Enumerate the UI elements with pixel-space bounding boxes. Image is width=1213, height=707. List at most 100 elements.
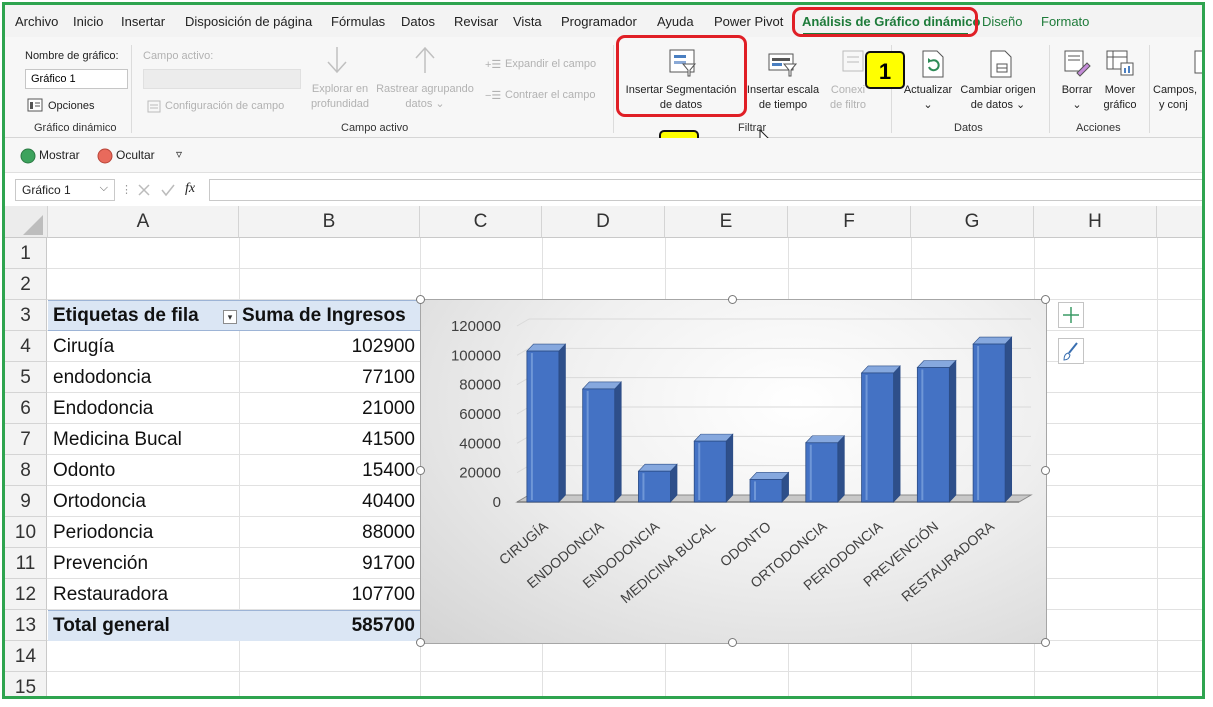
column-header-h[interactable]: H (1034, 206, 1157, 238)
row-header-15[interactable]: 15 (5, 672, 47, 696)
menu-archivo[interactable]: Archivo (15, 14, 58, 29)
row-header-3[interactable]: 3 (5, 300, 47, 331)
pivot-row-labels-header: Etiquetas de fila (53, 305, 199, 326)
chart-name-input[interactable]: Gráfico 1 (25, 69, 128, 89)
change-source-button[interactable]: Cambiar origen de datos ⌄ (955, 83, 1041, 113)
chart-resize-handle[interactable] (1041, 466, 1050, 475)
pivot-row-value[interactable]: 107700 (305, 580, 415, 610)
menu-disposicion[interactable]: Disposición de página (185, 14, 312, 29)
drill-down-button[interactable]: Explorar en profundidad (305, 82, 375, 112)
x-tick-label: ODONTO (717, 518, 774, 570)
chart-resize-handle[interactable] (416, 466, 425, 475)
row-header-7[interactable]: 7 (5, 424, 47, 455)
menu-formulas[interactable]: Fórmulas (331, 14, 385, 29)
pivot-row-value[interactable]: 21000 (305, 394, 415, 424)
clear-button[interactable]: Borrar ⌄ (1055, 83, 1099, 113)
menu-datos[interactable]: Datos (401, 14, 435, 29)
column-header-d[interactable]: D (542, 206, 665, 238)
highlight-insert-slicer (616, 35, 747, 117)
menu-formato[interactable]: Formato (1041, 14, 1089, 29)
select-all-corner[interactable] (5, 206, 48, 238)
column-header-e[interactable]: E (665, 206, 788, 238)
pivot-row-value[interactable]: 102900 (305, 332, 415, 362)
row-header-2[interactable]: 2 (5, 269, 47, 300)
chart-resize-handle[interactable] (416, 638, 425, 647)
chart-resize-handle[interactable] (416, 295, 425, 304)
row-header-11[interactable]: 11 (5, 548, 47, 579)
row-header-1[interactable]: 1 (5, 238, 47, 269)
menu-power-pivot[interactable]: Power Pivot (714, 14, 783, 29)
pivot-row-value[interactable]: 15400 (305, 456, 415, 486)
bar-highlight (530, 353, 533, 500)
pivot-row-label[interactable]: endodoncia (53, 363, 151, 393)
pivot-row-value[interactable]: 40400 (305, 487, 415, 517)
bar-highlight (698, 443, 701, 500)
collapse-field-button[interactable]: Contraer el campo (505, 89, 596, 101)
ribbon-separator (1149, 45, 1150, 133)
pivot-row-label[interactable]: Odonto (53, 456, 115, 486)
row-header-8[interactable]: 8 (5, 455, 47, 486)
fields-button[interactable]: Campos, y conj (1153, 83, 1202, 113)
row-header-14[interactable]: 14 (5, 641, 47, 672)
row-header-9[interactable]: 9 (5, 486, 47, 517)
show-button[interactable]: Mostrar (39, 148, 80, 162)
move-chart-button[interactable]: Mover gráfico (1095, 83, 1145, 113)
pivot-row-label[interactable]: Prevención (53, 549, 148, 579)
chart-elements-button[interactable] (1058, 302, 1084, 328)
fx-icon[interactable]: fx (185, 181, 195, 197)
row-header-6[interactable]: 6 (5, 393, 47, 424)
pivot-row-value[interactable]: 88000 (305, 518, 415, 548)
menu-inicio[interactable]: Inicio (73, 14, 103, 29)
menu-diseno[interactable]: Diseño (982, 14, 1022, 29)
chart-resize-handle[interactable] (728, 638, 737, 647)
pivot-row-label[interactable]: Ortodoncia (53, 487, 146, 517)
refresh-button[interactable]: Actualizar ⌄ (901, 83, 955, 113)
bar-top (749, 472, 790, 480)
filter-dropdown-icon[interactable]: ▾ (223, 310, 237, 324)
insert-timeline-button[interactable]: Insertar escala de tiempo (743, 83, 823, 113)
menu-programador[interactable]: Programador (561, 14, 637, 29)
chart-resize-handle[interactable] (1041, 638, 1050, 647)
cancel-x-icon[interactable] (137, 183, 151, 202)
column-header-partial[interactable] (1157, 206, 1202, 238)
chart-styles-button[interactable] (1058, 338, 1084, 364)
field-settings-button[interactable]: Configuración de campo (165, 100, 284, 112)
row-header-12[interactable]: 12 (5, 579, 47, 610)
menu-insertar[interactable]: Insertar (121, 14, 165, 29)
pivot-row-label[interactable]: Endodoncia (53, 394, 153, 424)
more-options-icon[interactable]: ▿ (176, 147, 182, 161)
menu-ayuda[interactable]: Ayuda (657, 14, 694, 29)
pivot-total-label: Total general (53, 615, 170, 636)
chart-resize-handle[interactable] (1041, 295, 1050, 304)
drill-up-button[interactable]: Rastrear agrupando datos ⌄ (373, 82, 477, 112)
menu-revisar[interactable]: Revisar (454, 14, 498, 29)
pivot-row-value[interactable]: 41500 (305, 425, 415, 455)
row-header-13[interactable]: 13 (5, 610, 47, 641)
row-header-10[interactable]: 10 (5, 517, 47, 548)
menu-vista[interactable]: Vista (513, 14, 542, 29)
pivot-row-label[interactable]: Periodoncia (53, 518, 153, 548)
column-header-f[interactable]: F (788, 206, 911, 238)
pivot-row-value[interactable]: 91700 (305, 549, 415, 579)
pivot-row-label[interactable]: Medicina Bucal (53, 425, 182, 455)
pivot-row-label[interactable]: Restauradora (53, 580, 168, 610)
column-header-g[interactable]: G (911, 206, 1034, 238)
confirm-check-icon[interactable] (161, 183, 175, 202)
chart-resize-handle[interactable] (728, 295, 737, 304)
name-box[interactable]: Gráfico 1 ⌵ (15, 179, 115, 201)
ribbon: Nombre de gráfico: Gráfico 1 Opciones Gr… (5, 37, 1202, 147)
hide-button[interactable]: Ocultar (116, 148, 155, 162)
pivot-row-value[interactable]: 77100 (305, 363, 415, 393)
pivot-row-label[interactable]: Cirugía (53, 332, 114, 362)
expand-field-button[interactable]: Expandir el campo (505, 58, 596, 70)
formula-input[interactable] (209, 179, 1202, 201)
y-tick-label: 100000 (451, 347, 501, 364)
active-field-input[interactable] (143, 69, 301, 89)
options-button[interactable]: Opciones (48, 100, 94, 112)
pivot-chart[interactable]: 120000 100000 80000 60000 40000 20000 0 CIRUGÍA… (420, 299, 1047, 644)
column-header-a[interactable]: A (48, 206, 239, 238)
column-header-b[interactable]: B (239, 206, 420, 238)
column-header-c[interactable]: C (420, 206, 542, 238)
row-header-5[interactable]: 5 (5, 362, 47, 393)
row-header-4[interactable]: 4 (5, 331, 47, 362)
